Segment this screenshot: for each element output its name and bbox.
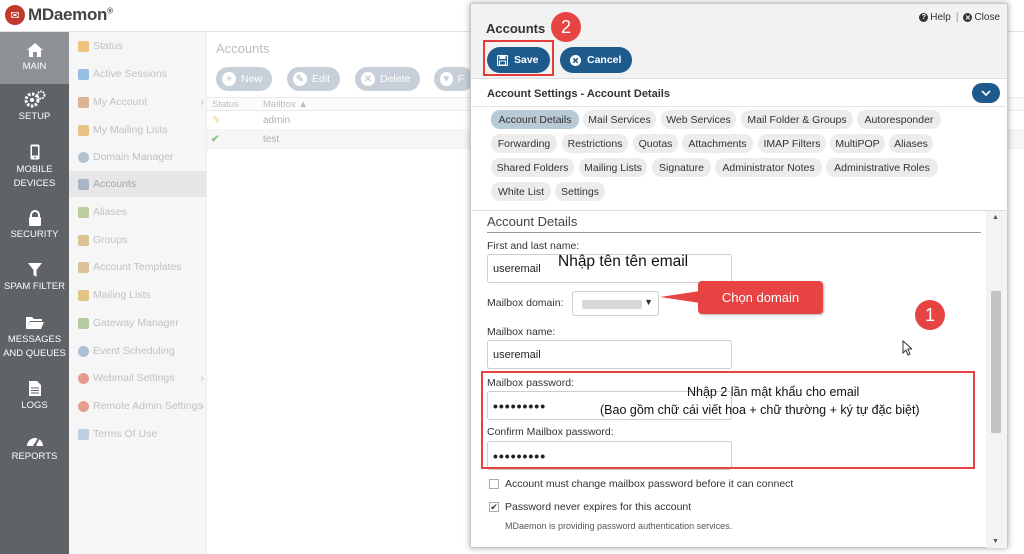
- folder-icon: [25, 317, 44, 329]
- gears-icon: [24, 90, 45, 108]
- tab-account-details[interactable]: Account Details: [491, 110, 579, 129]
- scroll-thumb[interactable]: [991, 291, 1001, 433]
- domain-hint-callout: Chọn domain: [698, 281, 823, 314]
- tab-mail-services[interactable]: Mail Services: [583, 110, 656, 129]
- tab-mail-folder-groups[interactable]: Mail Folder & Groups: [741, 110, 853, 129]
- filter-icon: [27, 263, 42, 277]
- tab-web-services[interactable]: Web Services: [661, 110, 736, 129]
- section-title: Account Details: [487, 214, 578, 229]
- save-highlight-box: [483, 40, 554, 76]
- section-divider: [487, 232, 981, 233]
- auth-note: MDaemon is providing password authentica…: [505, 521, 733, 531]
- brand-name: MDaemon®: [28, 5, 113, 24]
- tab-shared-folders[interactable]: Shared Folders: [491, 158, 574, 177]
- password-never-expires-label: Password never expires for this account: [505, 501, 692, 513]
- dropdown-arrow-icon: ▼: [644, 297, 653, 307]
- close-icon: ✕: [963, 13, 973, 22]
- tab-administrator-notes[interactable]: Administrator Notes: [715, 158, 822, 177]
- tab-mailing-lists[interactable]: Mailing Lists: [579, 158, 647, 177]
- mdaemon-logo: ✉ MDaemon®: [5, 5, 113, 25]
- tab-multipop[interactable]: MultiPOP: [830, 134, 885, 153]
- scroll-up-icon[interactable]: ▲: [992, 214, 999, 221]
- must-change-password-checkbox[interactable]: [489, 479, 499, 489]
- password-hint-line-2: (Bao gồm chữ cái viết hoa + chữ thường +…: [600, 403, 920, 417]
- tab-aliases[interactable]: Aliases: [889, 134, 933, 153]
- callout-arrow: [660, 291, 700, 303]
- dialog-title: Accounts: [486, 21, 546, 36]
- nav-main[interactable]: MAIN: [0, 32, 69, 84]
- password-never-expires-checkbox[interactable]: ✔: [489, 502, 499, 512]
- password-hint-line-1: Nhập 2 lần mật khẩu cho email: [687, 385, 860, 399]
- check-icon: ✔: [490, 502, 498, 512]
- nav-security[interactable]: SECURITY: [0, 210, 69, 246]
- tab-autoresponder[interactable]: Autoresponder: [857, 110, 941, 129]
- mailbox-domain-select[interactable]: ▼: [572, 291, 659, 316]
- form-scrollbar[interactable]: ▲ ▼: [986, 211, 1007, 548]
- nav-mobile-devices[interactable]: MOBILE DEVICES: [0, 142, 69, 194]
- dialog-links: ? Help | ✕ Close: [919, 12, 1000, 23]
- step-badge-2: 2: [551, 12, 581, 42]
- tab-imap-filters[interactable]: IMAP Filters: [758, 134, 826, 153]
- home-icon: [26, 43, 43, 57]
- tab-forwarding[interactable]: Forwarding: [491, 134, 557, 153]
- domain-label: Mailbox domain:: [487, 297, 564, 309]
- lock-icon: [28, 210, 41, 226]
- name-label: First and last name:: [487, 240, 580, 252]
- mouse-cursor-icon: [902, 339, 914, 359]
- chevron-down-icon: [981, 90, 991, 96]
- nav-setup[interactable]: SETUP: [0, 88, 69, 132]
- tab-white-list[interactable]: White List: [491, 182, 551, 201]
- scroll-down-icon[interactable]: ▼: [992, 538, 999, 545]
- mailbox-name-label: Mailbox name:: [487, 326, 556, 338]
- settings-title: Account Settings - Account Details: [487, 88, 670, 100]
- cancel-button[interactable]: Cancel: [560, 47, 633, 73]
- tab-settings[interactable]: Settings: [555, 182, 605, 201]
- mobile-icon: [30, 144, 39, 160]
- nav-logs[interactable]: LOGS: [0, 380, 69, 416]
- nav-spam-filter[interactable]: SPAM FILTER: [0, 262, 69, 298]
- tab-restrictions[interactable]: Restrictions: [562, 134, 628, 153]
- mailbox-name-input[interactable]: useremail: [487, 340, 732, 369]
- tab-attachments[interactable]: Attachments: [682, 134, 753, 153]
- must-change-password-label: Account must change mailbox password bef…: [505, 478, 794, 490]
- collapse-button[interactable]: [972, 83, 1000, 103]
- tab-signature[interactable]: Signature: [652, 158, 711, 177]
- step-badge-1: 1: [915, 300, 945, 330]
- settings-bar: Account Settings - Account Details: [472, 80, 1008, 107]
- document-icon: [28, 381, 41, 396]
- link-separator: |: [955, 12, 959, 23]
- nav-messages-and-queues[interactable]: MESSAGES AND QUEUES: [0, 314, 69, 366]
- help-link[interactable]: Help: [930, 12, 951, 23]
- envelope-icon: ✉: [5, 5, 25, 25]
- help-icon: ?: [919, 13, 929, 22]
- close-link[interactable]: Close: [974, 12, 1000, 23]
- gauge-icon: [26, 437, 43, 447]
- domain-value-redacted: [582, 300, 642, 309]
- tab-quotas[interactable]: Quotas: [633, 134, 678, 153]
- name-hint-callout: Nhập tên tên email: [558, 253, 689, 270]
- main-navigation: MAIN SETUP MOBILE DEVICES SECURITY SPAM …: [0, 32, 69, 554]
- close-circle-icon: [570, 54, 581, 66]
- tab-administrative-roles[interactable]: Administrative Roles: [826, 158, 938, 177]
- nav-reports[interactable]: REPORTS: [0, 432, 69, 468]
